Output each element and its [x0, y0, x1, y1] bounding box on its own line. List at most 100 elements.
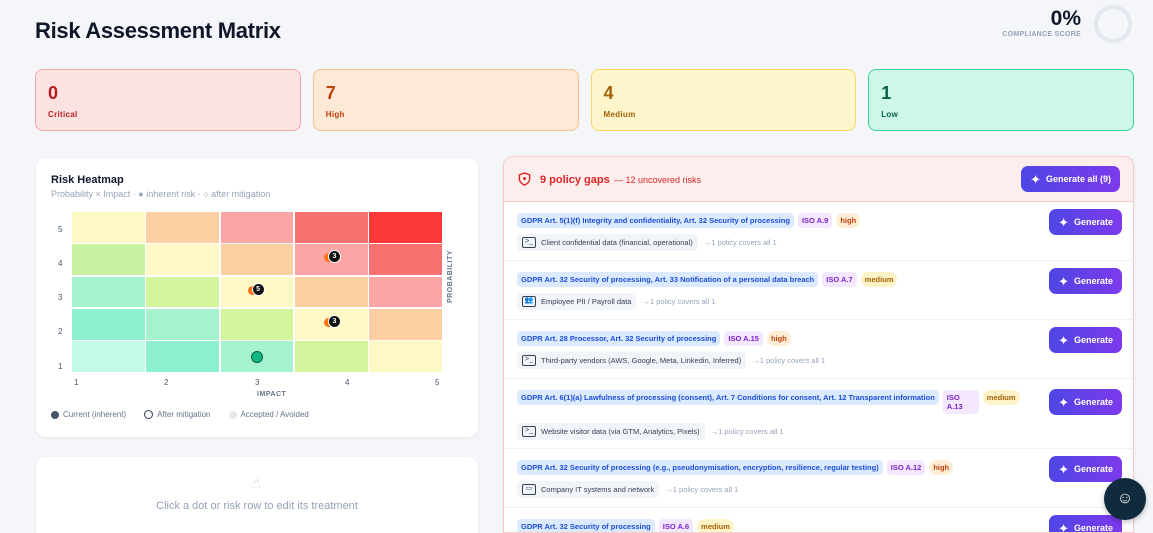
pointer-icon: ☝	[251, 475, 261, 492]
legend-current: Current (inherent)	[51, 410, 126, 419]
heatmap-cell[interactable]	[220, 244, 294, 276]
generate-button[interactable]: ✦ Generate	[1049, 456, 1122, 482]
compliance-score: 0% COMPLIANCE SCORE	[1002, 7, 1081, 38]
risk-marker[interactable]: 5	[251, 282, 265, 296]
policy-gap-row[interactable]: GDPR Art. 32 Security of processing (e.g…	[504, 449, 1133, 508]
severity-chip: medium	[697, 519, 734, 532]
heatmap-cell[interactable]: 3	[294, 244, 368, 276]
card-low[interactable]: 1 Low	[868, 69, 1134, 131]
regulation-chips: GDPR Art. 32 Security of processing ISO …	[517, 519, 734, 532]
heatmap-cell[interactable]	[146, 244, 220, 276]
generate-button[interactable]: ✦ Generate	[1049, 515, 1122, 533]
heatmap-cell[interactable]	[294, 276, 368, 308]
policy-gaps-title: 9 policy gaps	[540, 174, 610, 186]
card-medium[interactable]: 4 Medium	[590, 69, 857, 131]
legend-accepted: Accepted / Avoided	[228, 410, 309, 419]
compliance-score-value: 0%	[1050, 7, 1081, 30]
heatmap-cell[interactable]	[369, 308, 442, 340]
x-tick: 4	[345, 378, 350, 387]
policy-gap-row[interactable]: GDPR Art. 6(1)(a) Lawfulness of processi…	[504, 379, 1133, 449]
mitigated-risk-marker[interactable]	[250, 351, 263, 364]
heatmap-cell[interactable]	[220, 341, 294, 372]
heatmap-cell[interactable]	[72, 341, 145, 372]
gdpr-article-chip: GDPR Art. 32 Security of processing	[517, 519, 655, 532]
policy-gaps-subtitle: — 12 uncovered risks	[614, 175, 702, 185]
regulation-chips: GDPR Art. 32 Security of processing (e.g…	[517, 460, 954, 475]
risk-marker[interactable]: 3	[327, 314, 341, 328]
policy-gap-row[interactable]: GDPR Art. 28 Processor, Art. 32 Security…	[504, 320, 1133, 379]
heatmap-cell[interactable]	[369, 341, 442, 372]
heatmap-cell[interactable]	[369, 244, 442, 276]
heatmap-panel: Risk Heatmap Probability × Impact · ● in…	[36, 158, 478, 437]
policy-gap-row[interactable]: GDPR Art. 32 Security of processing, Art…	[504, 261, 1133, 320]
heatmap-cell[interactable]	[146, 212, 220, 243]
x-tick: 5	[435, 378, 440, 387]
heatmap-cell[interactable]: 5	[220, 276, 294, 308]
policy-gap-row[interactable]: GDPR Art. 5(1)(f) Integrity and confiden…	[504, 202, 1133, 261]
asset-box[interactable]: >_ Client confidential data (financial, …	[517, 234, 698, 251]
policy-coverage: →1 policy covers all 1	[665, 485, 739, 494]
iso-control-chip: ISO A.9	[797, 213, 833, 228]
generate-label: Generate	[1073, 397, 1113, 407]
asset-box[interactable]: 👥 Employee PII / Payroll data	[517, 293, 637, 310]
iso-control-chip: ISO A.15	[724, 331, 763, 346]
generate-button[interactable]: ✦ Generate	[1049, 209, 1122, 235]
asset-line: >_ Third-party vendors (AWS, Google, Met…	[517, 352, 825, 369]
asset-box[interactable]: >_ Website visitor data (via GTM, Analyt…	[517, 423, 705, 440]
heatmap-cell[interactable]	[72, 244, 145, 276]
x-tick: 1	[74, 378, 79, 387]
generate-button[interactable]: ✦ Generate	[1049, 327, 1122, 353]
terminal-icon: >_	[522, 237, 536, 248]
policy-gaps-panel: 9 policy gaps — 12 uncovered risks ✦ Gen…	[503, 156, 1134, 533]
risk-marker[interactable]: 3	[327, 250, 341, 264]
x-tick: 2	[164, 378, 169, 387]
help-chat-button[interactable]: ☺	[1104, 478, 1146, 520]
policy-gap-row[interactable]: GDPR Art. 32 Security of processing ISO …	[504, 508, 1133, 533]
card-high[interactable]: 7 High	[312, 69, 579, 131]
heatmap-cell[interactable]: 3	[294, 308, 368, 340]
regulation-chips: GDPR Art. 28 Processor, Art. 32 Security…	[517, 331, 791, 346]
asset-box[interactable]: >_ Third-party vendors (AWS, Google, Met…	[517, 352, 747, 369]
heatmap-cell[interactable]	[294, 212, 368, 243]
generate-all-label: Generate all (9)	[1045, 174, 1111, 184]
sparkle-icon: ✦	[1058, 394, 1069, 410]
policy-coverage: →1 policy covers all 1	[642, 297, 716, 306]
sparkle-icon: ✦	[1030, 171, 1041, 187]
compliance-score-label: COMPLIANCE SCORE	[1002, 31, 1081, 38]
heatmap-cell[interactable]	[146, 276, 220, 308]
severity-chip: high	[929, 460, 954, 475]
x-axis-label: IMPACT	[257, 391, 287, 398]
heatmap-cell[interactable]	[146, 341, 220, 372]
card-label: High	[325, 110, 345, 119]
policy-coverage: →1 policy covers all 1	[752, 356, 826, 365]
asset-name: Company IT systems and network	[541, 485, 655, 494]
heatmap-cell[interactable]	[369, 212, 442, 243]
asset-box[interactable]: ▭ Company IT systems and network	[517, 481, 660, 498]
iso-control-chip: ISO A.13	[942, 390, 979, 414]
heatmap-cell[interactable]	[220, 308, 294, 340]
severity-chip: high	[766, 331, 791, 346]
y-tick: 2	[58, 327, 63, 336]
sparkle-icon: ✦	[1058, 461, 1069, 477]
heatmap-cell[interactable]	[72, 308, 145, 340]
generate-all-button[interactable]: ✦ Generate all (9)	[1021, 166, 1120, 192]
iso-control-chip: ISO A.6	[658, 519, 694, 532]
grey-dot-icon	[228, 410, 237, 419]
heatmap-cell[interactable]	[369, 276, 442, 308]
card-label: Low	[881, 110, 899, 119]
heatmap-cell[interactable]	[146, 308, 220, 340]
asset-name: Employee PII / Payroll data	[541, 297, 632, 306]
y-tick: 5	[58, 225, 63, 234]
heatmap-cell[interactable]	[72, 276, 145, 308]
generate-label: Generate	[1073, 523, 1113, 533]
generate-button[interactable]: ✦ Generate	[1049, 389, 1122, 415]
card-label: Medium	[603, 110, 636, 119]
heatmap-cell[interactable]	[294, 341, 368, 372]
chat-icon: ☺	[1116, 490, 1134, 507]
card-critical[interactable]: 0 Critical	[35, 69, 301, 131]
generate-button[interactable]: ✦ Generate	[1049, 268, 1122, 294]
heatmap-cell[interactable]	[220, 212, 294, 243]
sparkle-icon: ✦	[1058, 273, 1069, 289]
y-tick: 1	[58, 362, 63, 371]
heatmap-cell[interactable]	[72, 212, 145, 243]
